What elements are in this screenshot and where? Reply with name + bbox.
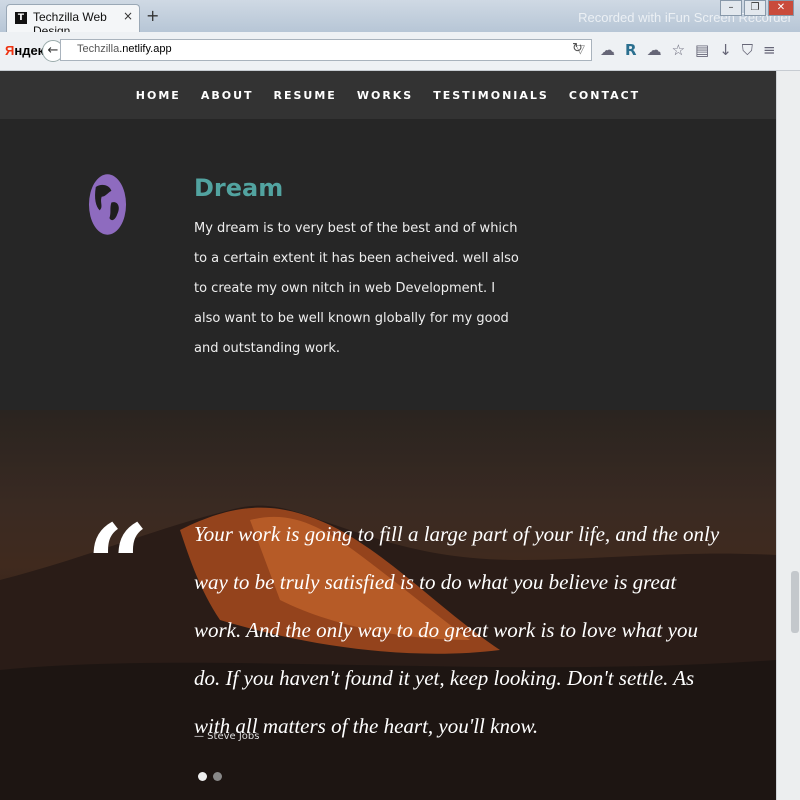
url-domain: .netlify.app: [119, 43, 172, 55]
bookmark-r-icon[interactable]: R: [625, 41, 637, 59]
minimize-icon[interactable]: –: [720, 0, 742, 16]
star-icon[interactable]: ☆: [672, 41, 685, 59]
favicon-icon: T: [15, 12, 27, 24]
testimonial-author: — Steve Jobs: [194, 731, 260, 742]
scrollbar-thumb[interactable]: [791, 571, 799, 633]
carousel-dot-active[interactable]: [198, 772, 207, 781]
dream-text: My dream is to very best of the best and…: [194, 221, 519, 356]
browser-toolbar: Яндекс ← Techzilla.netlify.app ▽ ↻ ☁ R ☁…: [0, 32, 800, 71]
nav-home[interactable]: HOME: [136, 89, 181, 102]
reload-icon[interactable]: ↻: [572, 41, 583, 56]
new-tab-button[interactable]: +: [146, 6, 159, 25]
nav-works[interactable]: WORKS: [357, 89, 413, 102]
url-host: Techzilla: [77, 43, 120, 55]
dream-title: Dream: [194, 174, 284, 202]
toolbar-icons: ☁ R ☁ ☆ ▤ ↓ ⛉ ≡: [600, 41, 776, 59]
nav-testimonials[interactable]: TESTIMONIALS: [433, 89, 549, 102]
nav-contact[interactable]: CONTACT: [569, 89, 640, 102]
address-bar[interactable]: Techzilla.netlify.app ▽: [60, 39, 592, 61]
globe-icon: [88, 174, 127, 235]
site-nav: HOME ABOUT RESUME WORKS TESTIMONIALS CON…: [0, 71, 776, 119]
yandex-logo-ya: Я: [5, 43, 15, 58]
reading-list-icon[interactable]: ▤: [695, 41, 709, 59]
shield-icon[interactable]: ⛉: [742, 41, 753, 59]
nav-about[interactable]: ABOUT: [201, 89, 254, 102]
quote-icon: “: [86, 500, 150, 629]
browser-tab[interactable]: T Techzilla Web Design ×: [6, 4, 140, 38]
carousel-dot[interactable]: [213, 772, 222, 781]
page-scrollbar[interactable]: [776, 71, 800, 800]
tab-close-icon[interactable]: ×: [123, 9, 133, 23]
window-controls: – ❐ ✕: [718, 0, 794, 16]
nav-resume[interactable]: RESUME: [274, 89, 337, 102]
maximize-icon[interactable]: ❐: [744, 0, 766, 16]
url-text: Techzilla.netlify.app: [77, 43, 172, 55]
browser-titlebar: T Techzilla Web Design × + Recorded with…: [0, 0, 800, 38]
testimonial-quote: Your work is going to fill a large part …: [194, 522, 720, 738]
weather-icon[interactable]: ☁: [647, 41, 662, 59]
weather-icon[interactable]: ☁: [600, 41, 615, 59]
menu-icon[interactable]: ≡: [763, 41, 776, 59]
download-icon[interactable]: ↓: [719, 41, 732, 59]
close-window-icon[interactable]: ✕: [768, 0, 794, 16]
